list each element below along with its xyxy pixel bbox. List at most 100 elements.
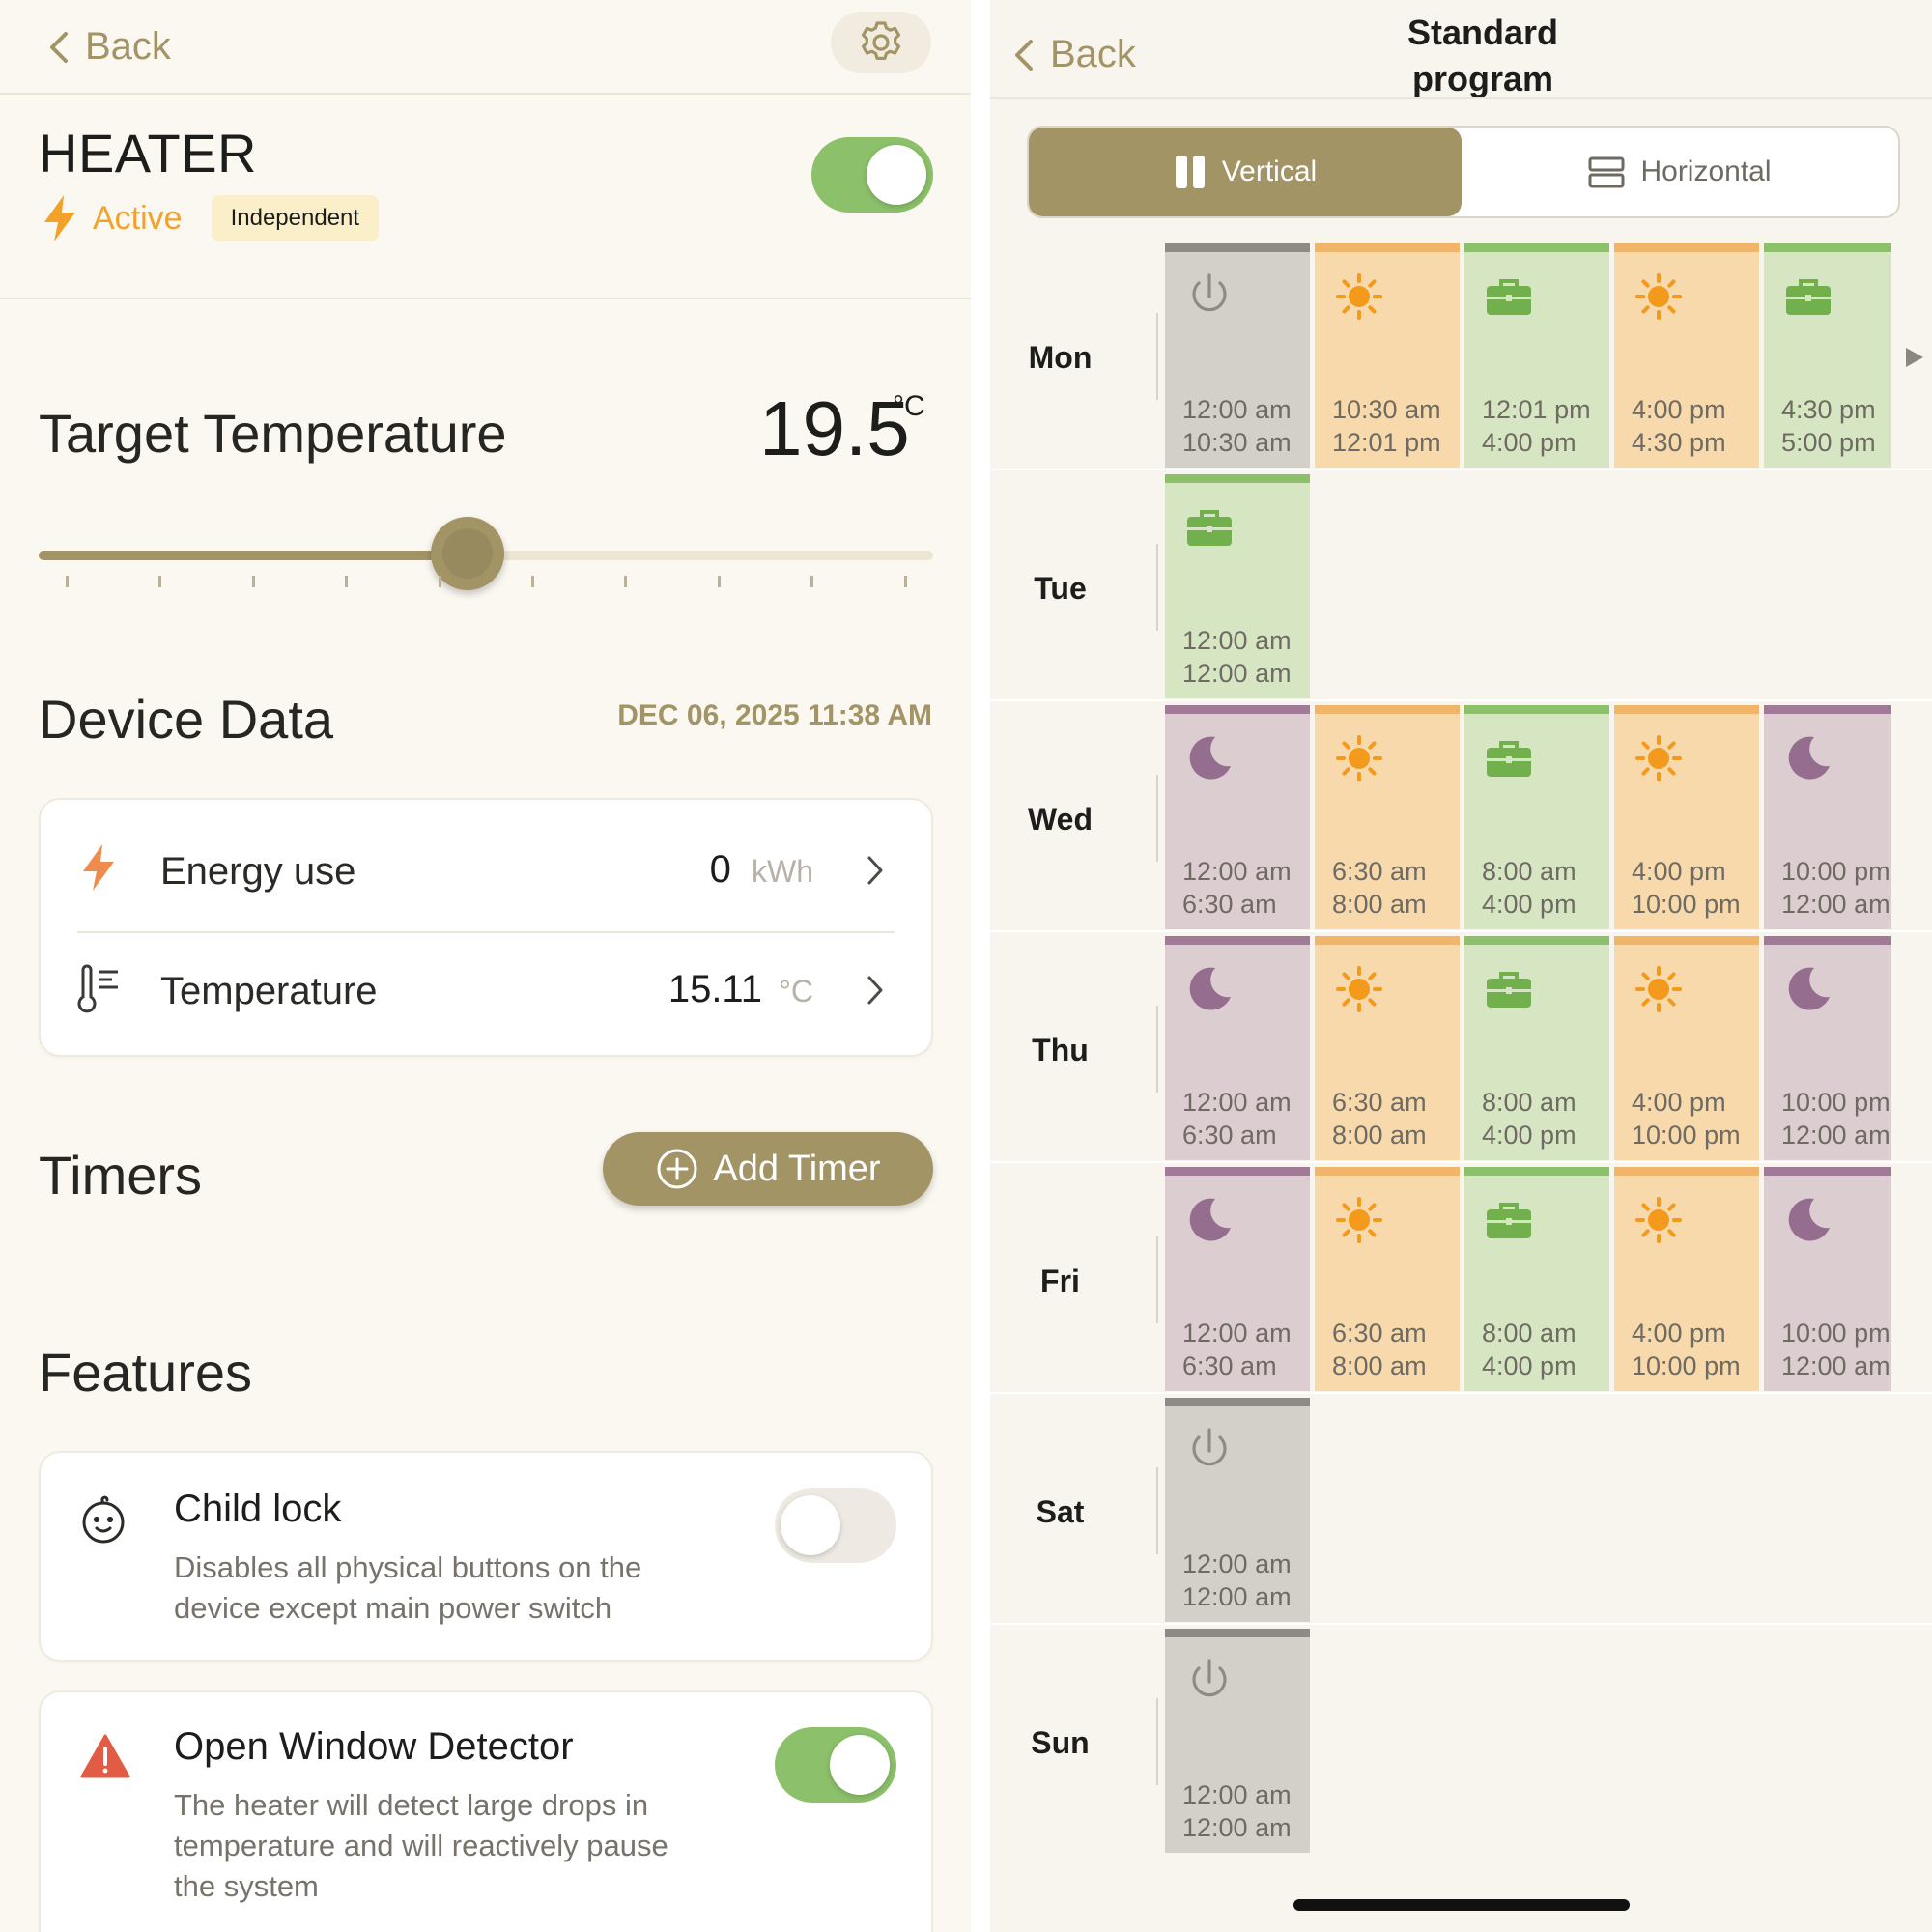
schedule-slot[interactable]: 12:00 am 12:00 am <box>1165 1398 1310 1622</box>
schedule-slot[interactable]: 6:30 am 8:00 am <box>1315 705 1460 929</box>
slot-end-time: 6:30 am <box>1182 890 1277 919</box>
schedule-slot[interactable]: 12:01 pm 4:00 pm <box>1464 243 1609 468</box>
settings-button[interactable] <box>831 12 931 73</box>
day-divider <box>1156 1236 1158 1323</box>
child-lock-card: Child lock Disables all physical buttons… <box>39 1451 933 1662</box>
schedule-slot[interactable]: 8:00 am 4:00 pm <box>1464 1167 1609 1391</box>
thermometer-icon <box>77 964 118 1013</box>
energy-use-label: Energy use <box>160 850 356 893</box>
schedule-slot[interactable]: 12:00 am 6:30 am <box>1165 1167 1310 1391</box>
row-separator <box>990 1623 1932 1625</box>
chevron-right-icon <box>867 976 883 1005</box>
panel-gap <box>971 0 990 1932</box>
mode-badge: Independent <box>211 195 380 242</box>
gear-icon <box>861 21 901 60</box>
sun-icon <box>1336 735 1382 781</box>
slot-start-time: 4:00 pm <box>1632 395 1726 424</box>
slot-end-time: 4:00 pm <box>1482 428 1577 457</box>
slot-end-time: 10:00 pm <box>1632 1121 1741 1150</box>
child-lock-title: Child lock <box>174 1488 342 1530</box>
add-timer-button[interactable]: Add Timer <box>603 1132 933 1206</box>
moon-icon <box>1788 967 1830 1010</box>
row-separator <box>990 1392 1932 1394</box>
day-label-tue: Tue <box>1034 571 1087 606</box>
temperature-value: 15.11 <box>668 968 762 1010</box>
power-icon <box>1192 273 1227 312</box>
slot-start-time: 10:00 pm <box>1781 1319 1890 1348</box>
sun-icon <box>1635 735 1682 781</box>
sun-icon <box>1635 966 1682 1012</box>
schedule-slot[interactable]: 4:00 pm 4:30 pm <box>1614 243 1759 468</box>
slot-start-time: 12:01 pm <box>1482 395 1591 424</box>
toggle-knob <box>830 1735 890 1795</box>
section-divider <box>0 298 971 299</box>
briefcase-icon <box>1487 972 1531 1008</box>
back-button[interactable]: Back <box>46 25 171 69</box>
schedule-slot[interactable]: 12:00 am 10:30 am <box>1165 243 1310 468</box>
scroll-right-arrow-icon[interactable] <box>1904 346 1925 369</box>
schedule-slot[interactable]: 4:00 pm 10:00 pm <box>1614 1167 1759 1391</box>
device-data-title: Device Data <box>39 689 334 750</box>
desc-line: temperature and will reactively pause <box>174 1829 668 1862</box>
schedule-slot[interactable]: 4:00 pm 10:00 pm <box>1614 936 1759 1160</box>
power-icon <box>1192 1659 1227 1697</box>
schedule-slot[interactable]: 10:00 pm 12:00 am <box>1764 936 1891 1160</box>
target-temperature-value: 19.5 <box>759 385 910 471</box>
target-temperature-label: Target Temperature <box>39 403 507 464</box>
child-lock-toggle[interactable] <box>775 1488 896 1563</box>
row-separator <box>990 1161 1932 1163</box>
power-toggle[interactable] <box>811 137 933 213</box>
child-lock-description: Disables all physical buttons on the dev… <box>174 1548 641 1629</box>
open-window-description: The heater will detect large drops in te… <box>174 1785 668 1907</box>
desc-line: device except main power switch <box>174 1591 612 1625</box>
schedule-slot[interactable]: 4:00 pm 10:00 pm <box>1614 705 1759 929</box>
temperature-unit: °C <box>779 974 813 1009</box>
schedule-slot[interactable]: 10:30 am 12:01 pm <box>1315 243 1460 468</box>
temperature-row[interactable]: Temperature 15.11 °C <box>41 933 931 1053</box>
slider-tick <box>903 576 907 587</box>
device-data-card: Energy use 0 kWh Temperature 15.11 °C <box>39 798 933 1057</box>
toggle-knob <box>781 1495 840 1555</box>
slot-start-time: 8:00 am <box>1482 1319 1577 1348</box>
slider-tick <box>717 576 721 587</box>
schedule-slot[interactable]: 12:00 am 12:00 am <box>1165 1629 1310 1853</box>
schedule-slot[interactable]: 4:30 pm 5:00 pm <box>1764 243 1891 468</box>
temperature-slider-track[interactable] <box>39 517 933 590</box>
moon-icon <box>1189 1198 1231 1241</box>
moon-icon <box>1189 967 1231 1010</box>
energy-use-value: 0 kWh <box>710 848 813 892</box>
schedule-slot[interactable]: 6:30 am 8:00 am <box>1315 936 1460 1160</box>
heater-detail-screen: Back HEATER Active Independent Target Te… <box>0 0 971 1932</box>
device-status: Active Independent <box>39 193 380 243</box>
slot-start-time: 12:00 am <box>1182 1319 1292 1348</box>
slot-end-time: 6:30 am <box>1182 1121 1277 1150</box>
slot-end-time: 10:00 pm <box>1632 1351 1741 1380</box>
schedule-slot[interactable]: 10:00 pm 12:00 am <box>1764 705 1891 929</box>
energy-use-row[interactable]: Energy use 0 kWh <box>41 800 931 925</box>
slot-end-time: 12:00 am <box>1182 1813 1292 1842</box>
home-indicator <box>1293 1899 1630 1911</box>
header-divider <box>0 93 971 95</box>
open-window-toggle[interactable] <box>775 1727 896 1803</box>
day-divider <box>1156 1698 1158 1785</box>
schedule-slot[interactable]: 10:00 pm 12:00 am <box>1764 1167 1891 1391</box>
status-text: Active <box>93 199 183 237</box>
slot-end-time: 8:00 am <box>1332 1351 1427 1380</box>
slot-start-time: 8:00 am <box>1482 1088 1577 1117</box>
schedule-slot[interactable]: 8:00 am 4:00 pm <box>1464 705 1609 929</box>
schedule-slot[interactable]: 12:00 am 6:30 am <box>1165 936 1310 1160</box>
schedule-slot[interactable]: 8:00 am 4:00 pm <box>1464 936 1609 1160</box>
schedule-slot[interactable]: 12:00 am 12:00 am <box>1165 474 1310 698</box>
slot-end-time: 4:30 pm <box>1632 428 1726 457</box>
slot-end-time: 12:00 am <box>1781 1351 1890 1380</box>
open-window-title: Open Window Detector <box>174 1725 574 1768</box>
desc-line: the system <box>174 1869 319 1903</box>
day-divider <box>1156 1006 1158 1093</box>
schedule-grid: Mon 12:00 am 10:30 am 10:30 am 12:01 pm 12:01… <box>990 0 1932 1932</box>
schedule-slot[interactable]: 12:00 am 6:30 am <box>1165 705 1310 929</box>
schedule-slot[interactable]: 6:30 am 8:00 am <box>1315 1167 1460 1391</box>
slot-start-time: 4:00 pm <box>1632 857 1726 886</box>
slot-end-time: 8:00 am <box>1332 890 1427 919</box>
slot-start-time: 12:00 am <box>1182 626 1292 655</box>
day-divider <box>1156 775 1158 862</box>
